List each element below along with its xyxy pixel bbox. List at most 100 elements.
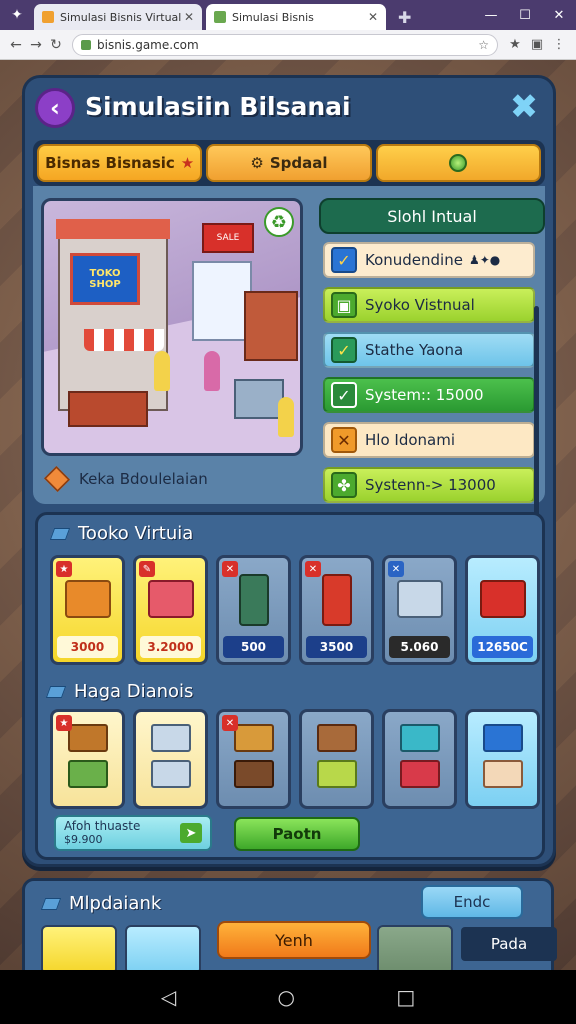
side-item-2[interactable]: ▣ Syoko Vistnual — [323, 287, 535, 323]
forward-icon[interactable]: → — [26, 37, 46, 53]
primary-action-button[interactable]: Paotn — [234, 817, 360, 851]
check-icon: ✓ — [331, 382, 357, 408]
bottom-section: Mlpdaiank Endc Yenh Pada — [22, 878, 557, 975]
kiosk-booth — [244, 291, 298, 361]
close-tab-icon[interactable]: ✕ — [184, 10, 194, 24]
close-panel-button[interactable]: ✖ — [507, 90, 541, 124]
nav-recents-icon[interactable]: □ — [396, 985, 415, 1009]
tab-bisnas[interactable]: Bisnas Bisnasic ★ — [37, 144, 203, 182]
shopkeeper-character — [154, 351, 170, 391]
back-tab-button[interactable]: Endc — [421, 885, 523, 919]
store-item-gift-basket[interactable]: 12650C — [465, 555, 540, 665]
store-item-gift-box[interactable]: ★ 3000 — [50, 555, 125, 665]
caption-text: Keka Bdoulelaian — [79, 470, 208, 488]
promo-card[interactable]: Afoh thuaste $9.900 ➤ — [54, 815, 212, 851]
orange-action-button[interactable]: Yenh — [217, 921, 371, 959]
nav-back-icon[interactable]: ◁ — [161, 985, 176, 1009]
reload-icon[interactable]: ↻ — [46, 37, 66, 53]
item-price: 3000 — [57, 636, 118, 658]
tab-gem[interactable] — [375, 144, 541, 182]
side-item-3[interactable]: ✓ Stathe Yaona — [323, 332, 535, 368]
star-icon[interactable]: ☆ — [478, 38, 489, 52]
mini-item-card[interactable] — [41, 925, 117, 975]
shop-counter — [68, 391, 148, 427]
flag-icon — [45, 685, 67, 698]
side-list: ✓ Konudendine ♟✦● ▣ Syoko Vistnual ✓ Sta… — [323, 242, 535, 512]
document-icon: ▣ — [331, 292, 357, 318]
main-panel: ‹ Simulasiin Bilsanai ✖ Bisnas Bisnasic … — [22, 75, 556, 867]
mini-item-card[interactable] — [377, 925, 453, 975]
tab-title: Simulasi Bisnis Virtual — [60, 10, 182, 24]
chevron-left-icon: ‹ — [50, 94, 60, 122]
flag-icon — [40, 897, 62, 910]
tab-favicon — [214, 11, 226, 23]
side-item-5[interactable]: ✕ Hlo Idonami — [323, 422, 535, 458]
store-section: Tooko Virtuia ★ 3000 ✎ 3.2000 ✕ 500 ✕ 35… — [35, 512, 545, 860]
side-item-1[interactable]: ✓ Konudendine ♟✦● — [323, 242, 535, 278]
item-price: 3500 — [306, 636, 367, 658]
tab-favicon — [42, 11, 54, 23]
extension-icon[interactable]: ▣ — [526, 37, 548, 52]
goods-item-boxes[interactable]: ✕ — [216, 709, 291, 809]
sale-tag-icon: ★ — [56, 561, 72, 577]
back-icon[interactable]: ← — [6, 37, 26, 53]
puzzle-icon[interactable]: ✦ — [0, 0, 34, 30]
clover-icon: ✤ — [331, 472, 357, 498]
box-icon — [233, 760, 274, 788]
side-item-label: System:: 15000 — [365, 386, 484, 404]
store-item-cash-register[interactable]: ✎ 3.2000 — [133, 555, 208, 665]
bookmark-star-icon[interactable]: ★ — [504, 37, 526, 52]
check-icon: ✓ — [331, 247, 357, 273]
recycle-icon[interactable]: ♻ — [264, 207, 294, 237]
menu-icon[interactable]: ⋮ — [548, 37, 570, 52]
url-input[interactable]: bisnis.game.com ☆ — [72, 33, 498, 56]
box-icon — [43, 465, 71, 493]
store-item-shopping-cart[interactable]: ✕ 5.060 — [382, 555, 457, 665]
tab-spdaal[interactable]: ⚙ Spdaal — [206, 144, 372, 182]
produce-cart-icon — [67, 760, 108, 788]
side-item-label: Konudendine — [365, 251, 463, 269]
wood-crate-icon — [316, 724, 357, 752]
goods-item-wood[interactable] — [299, 709, 374, 809]
back-button[interactable]: ‹ — [35, 88, 75, 128]
store-item-drink-machine[interactable]: ✕ 3500 — [299, 555, 374, 665]
goods-item-bags[interactable] — [465, 709, 540, 809]
close-icon[interactable]: ✕ — [542, 8, 576, 23]
gift-basket-icon — [479, 580, 526, 618]
tools-tag-icon: ✕ — [388, 561, 404, 577]
browser-tab-1[interactable]: Simulasi Bisnis Virtual ✕ — [34, 4, 202, 30]
side-item-4[interactable]: ✓ System:: 15000 — [323, 377, 535, 413]
store-item-vending-machine[interactable]: ✕ 500 — [216, 555, 291, 665]
shopping-cart-icon — [396, 580, 443, 618]
minimize-icon[interactable]: — — [474, 8, 508, 23]
goods-item-carts[interactable] — [133, 709, 208, 809]
crate-icon — [67, 724, 108, 752]
sale-tag-icon: ★ — [56, 715, 72, 731]
nav-home-icon[interactable]: ○ — [278, 985, 295, 1009]
browser-tab-2[interactable]: Simulasi Bisnis ✕ — [206, 4, 386, 30]
tab-label: Spdaal — [269, 154, 328, 172]
sale-tag-icon: ✎ — [139, 561, 155, 577]
jar-icon — [482, 760, 523, 788]
goods-item-crates[interactable]: ★ — [50, 709, 125, 809]
customer-character — [278, 397, 294, 437]
shop-scene[interactable]: TOKO SHOP SALE ♻ — [41, 198, 303, 456]
goods-item-baskets[interactable] — [382, 709, 457, 809]
tool-icons: ♟✦● — [468, 253, 501, 267]
new-tab-icon[interactable]: ✚ — [398, 4, 411, 30]
side-item-6[interactable]: ✤ Systenn-> 13000 — [323, 467, 535, 503]
overview-section: TOKO SHOP SALE ♻ Keka Bdoulelaian Slohl … — [33, 186, 545, 566]
item-price: 12650C — [472, 636, 533, 658]
sale-tag-icon: ✕ — [305, 561, 321, 577]
maximize-icon[interactable]: ☐ — [508, 8, 542, 23]
second-title-text: Haga Dianois — [74, 681, 194, 702]
flag-icon — [49, 527, 71, 540]
close-tab-icon[interactable]: ✕ — [368, 10, 378, 24]
flower-basket-icon — [399, 724, 440, 752]
shop-building — [56, 219, 170, 411]
bottom-title-text: Mlpdaiank — [69, 893, 162, 914]
mini-item-card[interactable] — [125, 925, 201, 975]
url-text: bisnis.game.com — [97, 37, 199, 52]
drink-machine-icon — [321, 574, 352, 626]
navy-action-button[interactable]: Pada — [461, 927, 557, 961]
